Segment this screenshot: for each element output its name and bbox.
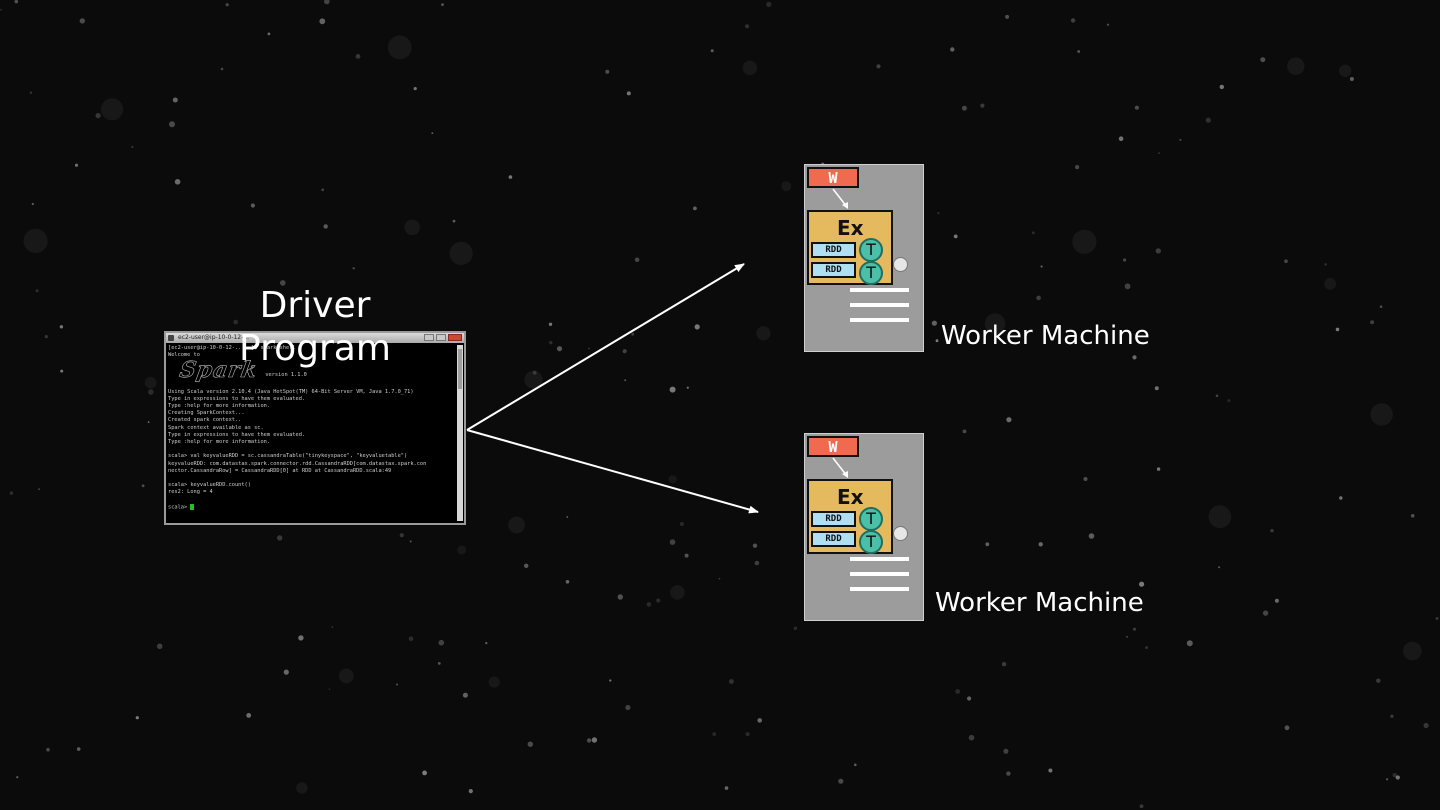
arrow-to-worker-2 <box>466 429 759 514</box>
memory-line <box>850 587 909 591</box>
task-circle: T <box>859 261 883 285</box>
worker-machine-label-2: Worker Machine <box>935 588 1144 618</box>
memory-line <box>850 318 909 322</box>
worker-machine-2: W Ex RDD RDD T T <box>804 433 924 621</box>
arrow-to-worker-1 <box>466 263 745 431</box>
memory-line <box>850 572 909 576</box>
rdd-partition: RDD <box>811 262 856 278</box>
executor-label: Ex <box>837 216 864 240</box>
executor-box: Ex RDD RDD T T <box>807 210 893 285</box>
memory-line <box>850 557 909 561</box>
memory-line <box>850 288 909 292</box>
worker-machine-1: W Ex RDD RDD T T <box>804 164 924 352</box>
cache-dot <box>893 257 908 272</box>
executor-label: Ex <box>837 485 864 509</box>
task-circle: T <box>859 530 883 554</box>
worker-machine-label-1: Worker Machine <box>941 321 1150 351</box>
task-circle: T <box>859 238 883 262</box>
task-circle: T <box>859 507 883 531</box>
worker-badge: W <box>807 436 859 457</box>
memory-line <box>850 303 909 307</box>
worker-to-executor-arrow <box>832 457 848 478</box>
rdd-partition: RDD <box>811 531 856 547</box>
cache-dot <box>893 526 908 541</box>
rdd-partition: RDD <box>811 242 856 258</box>
slide: ec2-user@ip-10-0-12-... [ec2-user@ip-10-… <box>0 0 1440 810</box>
rdd-partition: RDD <box>811 511 856 527</box>
connection-arrows <box>466 263 759 514</box>
executor-box: Ex RDD RDD T T <box>807 479 893 554</box>
worker-badge: W <box>807 167 859 188</box>
worker-to-executor-arrow <box>832 188 848 209</box>
